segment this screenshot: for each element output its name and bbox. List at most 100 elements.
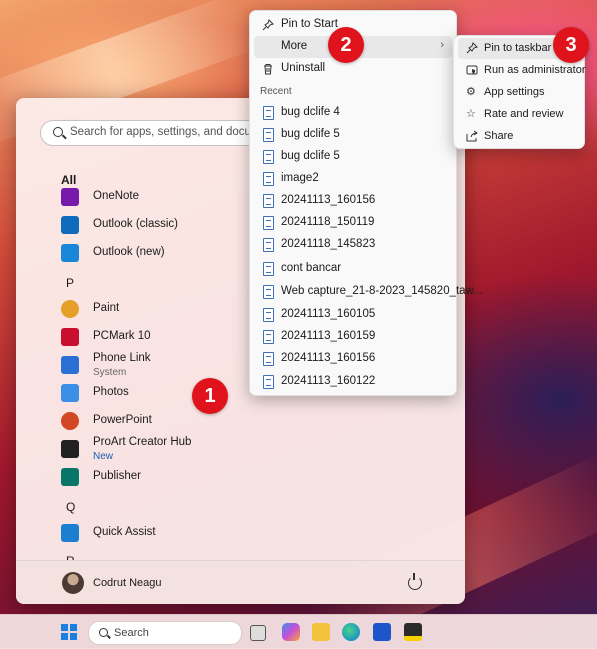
recent-file[interactable]: 20241113_160156	[254, 348, 452, 370]
app-powerpoint[interactable]: PowerPoint	[61, 410, 301, 434]
step-badge-2: 2	[328, 27, 364, 63]
app-label: Photos	[93, 386, 129, 398]
app-label: PowerPoint	[93, 414, 152, 426]
windows-start-icon[interactable]	[61, 624, 77, 640]
document-icon	[263, 330, 274, 344]
recent-file-label: 20241113_160156	[281, 194, 376, 206]
pin-icon	[262, 19, 274, 31]
recent-file[interactable]: bug dclife 5	[254, 146, 452, 168]
app-label: ProArt Creator Hub	[93, 436, 192, 448]
sticky-notes-icon[interactable]	[404, 623, 422, 641]
microsoft-store-icon[interactable]	[373, 623, 391, 641]
new-badge: New	[93, 451, 114, 462]
recent-file-label: 20241113_160122	[281, 375, 376, 387]
app-label: OneNote	[93, 190, 140, 202]
outlook-classic-icon	[61, 216, 79, 234]
quick-assist-icon	[61, 524, 79, 542]
app-label: Outlook (classic)	[93, 218, 178, 230]
document-icon	[263, 194, 274, 208]
document-icon	[263, 352, 274, 366]
document-icon	[263, 238, 274, 252]
app-sublabel: System	[93, 367, 127, 378]
recent-file[interactable]: bug dclife 4	[254, 102, 452, 124]
all-apps-heading: All	[61, 173, 77, 187]
recent-file[interactable]: cont bancar	[254, 258, 452, 280]
search-icon	[99, 628, 108, 637]
copilot-icon[interactable]	[282, 623, 300, 641]
recent-file-label: 20241113_160156	[281, 352, 376, 364]
app-label: Phone Link	[93, 352, 151, 364]
menu-item-label: Rate and review	[484, 108, 564, 120]
menu-item-label: App settings	[484, 86, 545, 98]
document-icon	[263, 216, 274, 230]
app-label: Publisher	[93, 470, 141, 482]
recent-file[interactable]: 20241118_145823	[254, 234, 452, 256]
recent-file[interactable]: bug dclife 5	[254, 124, 452, 146]
user-name[interactable]: Codrut Neagu	[93, 577, 162, 589]
taskbar-search-placeholder: Search	[114, 627, 149, 639]
pcmark-icon	[61, 328, 79, 346]
recent-file-label: image2	[281, 172, 319, 184]
menu-item-label: Pin to taskbar	[484, 42, 552, 54]
app-proart-creator-hub[interactable]: ProArt Creator Hub New	[61, 436, 301, 462]
document-icon	[263, 375, 274, 389]
menu-item-label: Run as administrator	[484, 64, 586, 76]
app-context-menu: Pin to Start More › Uninstall Recent bug…	[249, 10, 483, 396]
power-icon[interactable]	[408, 573, 422, 590]
letter-header-p[interactable]: P	[66, 276, 74, 290]
recent-file-label: 20241118_150119	[281, 216, 375, 228]
recent-file-label: bug dclife 5	[281, 150, 340, 162]
menu-item-rate-and-review[interactable]: ☆ Rate and review	[458, 104, 580, 125]
recent-file[interactable]: 20241113_160156	[254, 190, 452, 212]
recent-file-label: bug dclife 4	[281, 106, 340, 118]
menu-item-app-settings[interactable]: ⚙ App settings	[458, 82, 580, 103]
avatar[interactable]	[62, 572, 84, 594]
phone-link-icon	[61, 356, 79, 374]
photos-icon	[61, 384, 79, 402]
document-icon	[263, 262, 274, 276]
app-quick-assist[interactable]: Quick Assist	[61, 522, 301, 546]
app-label: Quick Assist	[93, 526, 156, 538]
recent-file[interactable]: 20241113_160122	[254, 371, 452, 393]
recent-heading: Recent	[260, 86, 292, 97]
powerpoint-icon	[61, 412, 79, 430]
edge-icon[interactable]	[342, 623, 360, 641]
share-icon	[466, 130, 478, 142]
recent-file-label: bug dclife 5	[281, 128, 340, 140]
task-view-icon[interactable]	[250, 625, 266, 641]
taskbar: Search	[0, 614, 597, 649]
document-icon	[263, 285, 274, 299]
recent-file-label: 20241118_145823	[281, 238, 376, 250]
gear-icon: ⚙	[466, 86, 476, 98]
document-icon	[263, 106, 274, 120]
letter-header-q[interactable]: Q	[66, 500, 75, 514]
recent-file-label: 20241113_160105	[281, 308, 376, 320]
onenote-icon	[61, 188, 79, 206]
app-label: Outlook (new)	[93, 246, 165, 258]
menu-item-share[interactable]: Share	[458, 126, 580, 147]
app-label: PCMark 10	[93, 330, 151, 342]
recent-file[interactable]: Web capture_21-8-2023_145820_taw...	[254, 281, 483, 303]
document-icon	[263, 150, 274, 164]
step-badge-3: 3	[553, 27, 589, 63]
recent-file[interactable]: 20241118_150119	[254, 212, 452, 234]
recent-file[interactable]: 20241113_160159	[254, 326, 452, 348]
app-label: Paint	[93, 302, 120, 314]
menu-item-label: Share	[484, 130, 514, 142]
menu-item-label: Pin to Start	[281, 18, 338, 30]
menu-item-run-as-administrator[interactable]: Run as administrator	[458, 60, 586, 81]
menu-item-label: Uninstall	[281, 62, 326, 74]
recent-file[interactable]: 20241113_160105	[254, 304, 452, 326]
taskbar-search-input[interactable]: Search	[88, 621, 242, 645]
trash-icon	[264, 64, 272, 75]
search-icon	[53, 127, 63, 137]
document-icon	[263, 172, 274, 186]
proart-icon	[61, 440, 79, 458]
admin-shield-icon	[466, 65, 478, 75]
recent-file-label: 20241113_160159	[281, 330, 376, 342]
file-explorer-icon[interactable]	[312, 623, 330, 641]
rate-review-icon: ☆	[466, 108, 476, 120]
recent-file[interactable]: image2	[254, 168, 452, 190]
paint-icon	[61, 300, 79, 318]
app-publisher[interactable]: Publisher	[61, 466, 301, 490]
